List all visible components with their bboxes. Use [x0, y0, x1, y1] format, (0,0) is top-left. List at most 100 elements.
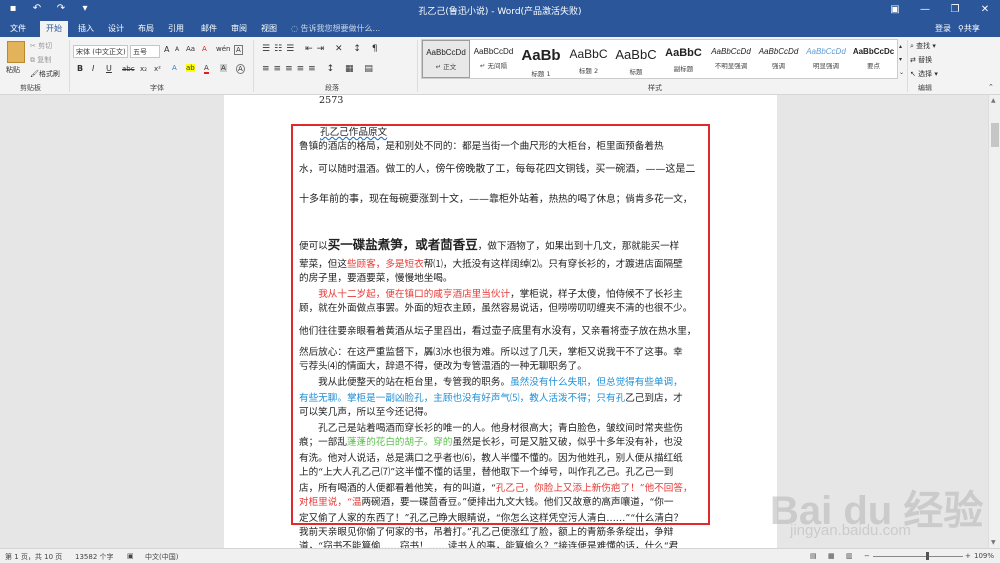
vertical-scrollbar[interactable]: ▲ ▼: [988, 95, 1000, 548]
clipboard-icon: [7, 41, 25, 63]
style-标题 1[interactable]: AaBb 标题 1: [517, 40, 565, 78]
style-preview: AaBb: [521, 47, 561, 64]
select-label: 选择: [918, 70, 933, 78]
clipboard-group-label: 剪贴板: [20, 84, 41, 92]
text-effects-button[interactable]: A: [172, 64, 177, 72]
print-layout-icon[interactable]: ▦: [828, 552, 835, 560]
red-selection-box: [291, 124, 710, 525]
align-buttons[interactable]: ≡≡≡≡≡ ↕ ▦ ▤: [262, 64, 377, 74]
page-number-text: 2573: [319, 95, 344, 106]
word-count[interactable]: 13582 个字: [75, 552, 114, 562]
underline-button[interactable]: U: [106, 64, 112, 73]
style-name: 标题 1: [531, 70, 551, 78]
find-button[interactable]: ⌕ 查找 ▾: [910, 41, 936, 51]
styles-scroll[interactable]: ▴ ▾ ⌄: [899, 40, 907, 80]
font-name-select[interactable]: 宋体 (中文正文): [73, 45, 128, 58]
style-name: 标题 2: [578, 67, 599, 75]
style-标题 2[interactable]: AaBbC 标题 2: [565, 40, 613, 78]
list-buttons[interactable]: ☰☷☰ ⇤⇥ ✕ ↕ ¶: [262, 44, 382, 54]
brush-icon: 🖌: [30, 70, 39, 78]
signin-link[interactable]: 登录: [935, 23, 951, 34]
style-标题[interactable]: AaBbC 标题: [612, 40, 660, 78]
read-mode-icon[interactable]: ▤: [810, 552, 817, 560]
style-name: ↵ 正文: [435, 63, 457, 71]
zoom-level[interactable]: 109%: [974, 552, 994, 560]
superscript-button[interactable]: x²: [154, 65, 161, 73]
cut-button[interactable]: ✂ 剪切: [30, 41, 52, 51]
tab-home[interactable]: 开始: [40, 21, 68, 37]
style-preview: AaBbC: [615, 47, 657, 62]
tab-references[interactable]: 引用: [168, 23, 184, 34]
tab-view[interactable]: 视图: [261, 23, 277, 34]
style-name: 标题: [629, 68, 643, 76]
format-painter-label: 格式刷: [38, 70, 60, 78]
maximize-button[interactable]: ❐: [940, 0, 970, 20]
tab-layout[interactable]: 布局: [138, 23, 154, 34]
style-name: 强调: [772, 62, 785, 70]
divider: [417, 40, 418, 92]
web-layout-icon[interactable]: ▥: [846, 552, 853, 560]
window-title: 孔乙己(鲁迅小说) - Word(产品激活失败): [418, 7, 582, 17]
ribbon-display-icon[interactable]: ▣: [880, 0, 910, 20]
tab-insert[interactable]: 插入: [78, 23, 94, 34]
replace-button[interactable]: ⇄ 替换: [910, 55, 932, 65]
grow-font-button[interactable]: A: [164, 45, 169, 54]
shrink-font-button[interactable]: A: [175, 46, 179, 53]
style-强调[interactable]: AaBbCcDd 强调: [755, 40, 803, 78]
paragraph-group-label: 段落: [325, 84, 339, 92]
style-无间隔[interactable]: AaBbCcDd ↵ 无间隔: [470, 40, 518, 78]
style-正文[interactable]: AaBbCcDd ↵ 正文: [422, 40, 470, 78]
style-要点[interactable]: AaBbCcDc 要点: [850, 40, 898, 78]
tab-file[interactable]: 文件: [10, 23, 26, 34]
style-副标题[interactable]: AaBbC 副标题: [660, 40, 708, 78]
scroll-thumb[interactable]: [991, 123, 999, 147]
char-border-button[interactable]: A: [234, 45, 243, 55]
zoom-out-icon[interactable]: −: [864, 552, 870, 560]
ribbon: 粘贴 ✂ 剪切 ⧉ 复制 🖌格式刷 剪贴板 宋体 (中文正文) 五号 A A A…: [0, 37, 1000, 95]
format-painter-button[interactable]: 🖌格式刷: [30, 69, 60, 79]
scroll-up-icon[interactable]: ▲: [991, 97, 996, 104]
font-size-select[interactable]: 五号: [130, 45, 160, 58]
tab-review[interactable]: 审阅: [231, 23, 247, 34]
copy-label: 复制: [37, 56, 52, 64]
zoom-slider[interactable]: [873, 556, 963, 557]
clear-format-button[interactable]: A: [202, 45, 207, 53]
char-shading-button[interactable]: A: [220, 64, 227, 72]
style-name: 副标题: [673, 65, 694, 73]
tab-design[interactable]: 设计: [108, 23, 124, 34]
copy-icon: ⧉: [30, 56, 35, 64]
copy-button[interactable]: ⧉ 复制: [30, 55, 51, 65]
styles-gallery: AaBbCcDd ↵ 正文 AaBbCcDd ↵ 无间隔 AaBb 标题 1 AaBbC 标题…: [421, 39, 898, 79]
tab-mailings[interactable]: 邮件: [201, 23, 217, 34]
tell-me-box[interactable]: ◌ 告诉我您想要做什么...: [291, 23, 380, 34]
style-preview: AaBbCcDd: [473, 47, 514, 56]
language[interactable]: 中文(中国): [145, 552, 178, 562]
strikethrough-button[interactable]: abc: [122, 65, 135, 73]
zoom-in-icon[interactable]: +: [965, 552, 971, 560]
close-button[interactable]: ✕: [970, 0, 1000, 20]
proofing-icon[interactable]: ▣: [127, 552, 134, 560]
enclose-char-button[interactable]: A: [236, 64, 245, 74]
highlight-button[interactable]: ab: [186, 64, 195, 72]
zoom-thumb[interactable]: [926, 552, 929, 560]
divider: [907, 40, 908, 92]
style-preview: AaBbCcDd: [711, 47, 751, 56]
search-icon: ⌕: [910, 42, 914, 50]
find-label: 查找: [916, 42, 931, 50]
collapse-ribbon-icon[interactable]: ⌃: [988, 83, 994, 91]
font-color-button[interactable]: A: [204, 64, 209, 74]
select-button[interactable]: ↖ 选择 ▾: [910, 69, 938, 79]
paste-button[interactable]: 粘贴: [6, 65, 20, 75]
subscript-button[interactable]: x₂: [140, 65, 147, 73]
font-group-label: 字体: [150, 84, 164, 92]
change-case-button[interactable]: Aa: [186, 45, 195, 53]
page-count[interactable]: 第 1 页，共 10 页: [5, 552, 62, 562]
phonetic-guide-button[interactable]: wén: [216, 45, 230, 53]
minimize-button[interactable]: —: [910, 0, 940, 20]
italic-button[interactable]: I: [92, 64, 94, 73]
style-明显强调[interactable]: AaBbCcDd 明显强调: [802, 40, 850, 78]
style-不明显强调[interactable]: AaBbCcDd 不明显强调: [707, 40, 755, 78]
bold-button[interactable]: B: [77, 64, 83, 73]
scroll-down-icon[interactable]: ▼: [991, 539, 996, 546]
share-button[interactable]: ⚲共享: [958, 23, 980, 34]
